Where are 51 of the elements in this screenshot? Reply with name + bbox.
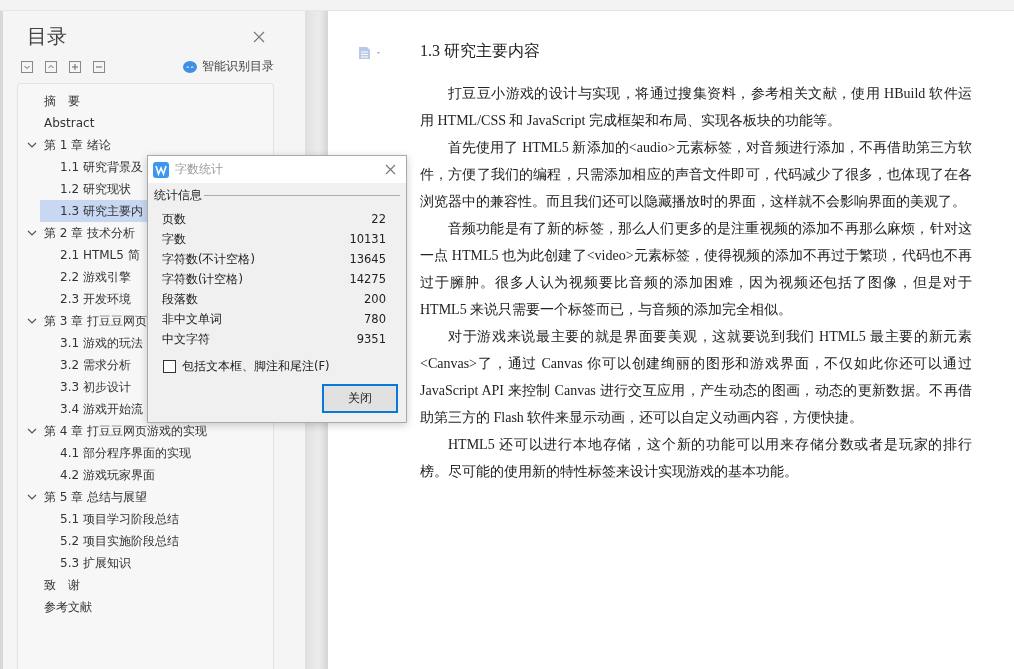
toc-item[interactable]: 摘 要 xyxy=(27,90,253,112)
toc-item[interactable]: 第 5 章 总结与展望 xyxy=(27,486,253,508)
toc-item[interactable]: 参考文献 xyxy=(27,596,253,618)
toc-item[interactable]: 5.3 扩展知识 xyxy=(40,552,253,574)
toc-item[interactable]: 5.1 项目学习阶段总结 xyxy=(40,508,253,530)
plus-icon[interactable] xyxy=(69,60,81,73)
stat-value: 200 xyxy=(364,292,386,306)
chevron-down-icon[interactable] xyxy=(27,316,37,326)
stat-label: 非中文单词 xyxy=(162,311,222,327)
toc-item[interactable]: Abstract xyxy=(27,112,253,134)
collapse-down-icon[interactable] xyxy=(21,60,33,73)
chevron-down-icon[interactable] xyxy=(27,140,37,150)
close-button[interactable]: 关闭 xyxy=(322,384,398,413)
stat-label: 字符数(不计空格) xyxy=(162,251,255,267)
stat-label: 字符数(计空格) xyxy=(162,271,243,287)
close-icon[interactable] xyxy=(253,30,265,43)
toc-item[interactable]: 3.4 游戏开始流 xyxy=(40,398,253,420)
toc-item[interactable]: 4.2 游戏玩家界面 xyxy=(40,464,253,486)
toc-item[interactable]: 5.2 项目实施阶段总结 xyxy=(40,530,253,552)
checkbox-label: 包括文本框、脚注和尾注(F) xyxy=(182,359,330,374)
minus-icon[interactable] xyxy=(93,60,105,73)
toc-item[interactable]: 致 谢 xyxy=(27,574,253,596)
include-checkbox[interactable]: 包括文本框、脚注和尾注(F) xyxy=(163,359,406,374)
body-paragraph: 对于游戏来说最主要的就是界面要美观，这就要说到我们 HTML5 最主要的新元素<Canvas>了，通过 Canvas 你可以创建绚丽的图形和游戏界面，不仅如此你还可以通过 JavaScript API 来控制 Canvas 进行交互应用，产生动态的图画，动态的更新数据。不再借助第三方的 Flash 软件来显示动画，还可以自定义动画内容，方便快捷。 xyxy=(420,328,972,427)
toc-item[interactable]: 3.3 初步设计 xyxy=(40,376,253,398)
close-icon[interactable] xyxy=(385,164,396,175)
stat-value: 780 xyxy=(364,312,386,326)
body-paragraph: 音频功能是有了新的标签，那么人们更多的是注重视频的添加不再那么麻烦，针对这一点 HTML5 也为此创建了<video>元素标签，使得视频的添加不再过于繁琐，代码也不再过于臃肿。很多人认为视频要比音频的添加困难，因为视频还包括了图像，但是对于 HTML5 来说只需要一个标签而已，与音频的添加完全相似。 xyxy=(420,220,972,319)
stat-value: 13645 xyxy=(349,252,386,266)
dialog-title: 字数统计 xyxy=(175,161,223,178)
chevron-down-icon[interactable] xyxy=(27,228,37,238)
body-paragraph: 打豆豆小游戏的设计与实现，将通过搜集资料，参考相关文献，使用 HBuild 软件运用 HTML/CSS 和 JavaScript 完成框架和布局、实现各板块的功能等。 xyxy=(420,85,972,130)
checkbox-square[interactable] xyxy=(163,360,176,373)
chevron-down-icon[interactable] xyxy=(27,492,37,502)
stat-value: 22 xyxy=(371,212,386,226)
app-logo-icon xyxy=(153,161,169,178)
sidebar-title: 目录 xyxy=(27,23,67,50)
stat-label: 段落数 xyxy=(162,291,198,307)
toc-item[interactable]: 4.1 部分程序界面的实现 xyxy=(40,442,253,464)
chevron-down-icon[interactable] xyxy=(27,426,37,436)
stat-label: 字数 xyxy=(162,231,186,247)
collapse-up-icon[interactable] xyxy=(45,60,57,73)
body-paragraph: 首先使用了 HTML5 新添加的<audio>元素标签，对音频进行添加，不再借助第三方软件，方便了我们的编程，只需添加相应的声音文件即可，代码减少了很多，也体现了在各浏览器中的兼容性。而且我们还可以隐藏播放时的界面，这样就不会影响界面的美观了。 xyxy=(420,139,972,211)
section-heading: 1.3 研究主要内容 xyxy=(420,41,541,61)
body-paragraph: HTML5 还可以进行本地存储，这个新的功能可以用来存储分数或者是玩家的排行榜。尽可能的使用新的特性标签来设计实现游戏的基本功能。 xyxy=(420,436,972,481)
stat-value: 14275 xyxy=(349,272,386,286)
stat-value: 10131 xyxy=(349,232,386,246)
stat-value: 9351 xyxy=(356,332,386,346)
smart-toc-button[interactable]: 智能识别目录 xyxy=(183,58,274,75)
group-label: 统计信息 xyxy=(154,188,202,203)
stat-label: 中文字符 xyxy=(162,331,210,347)
